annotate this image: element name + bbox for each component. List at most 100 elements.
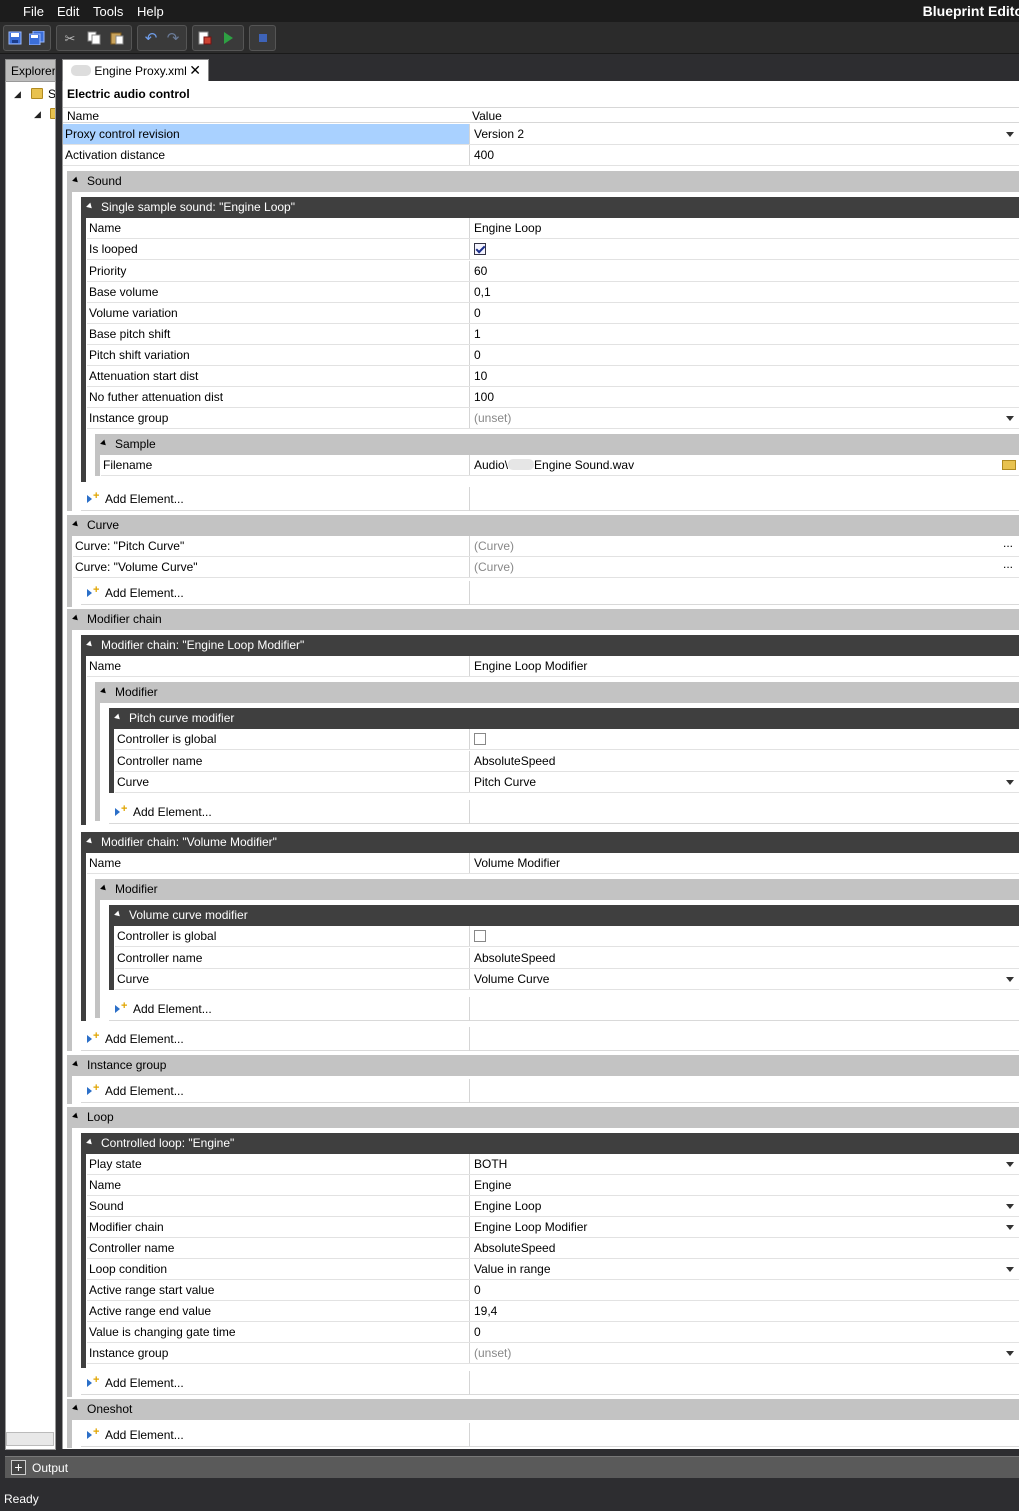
section-modifier[interactable]: Modifier <box>95 879 1019 900</box>
collapse-arrow-icon[interactable] <box>72 176 80 185</box>
menu-tools[interactable]: Tools <box>93 4 123 19</box>
property-value[interactable]: Engine Loop Modifier <box>469 1217 1019 1237</box>
save-all-icon[interactable] <box>29 30 45 46</box>
property-value[interactable]: Audio\ Engine Sound.wav <box>469 455 1019 475</box>
add-element-row[interactable]: Add Element... <box>109 997 1019 1021</box>
add-element-row[interactable]: Add Element... <box>81 1423 1019 1447</box>
property-value[interactable]: Value in range <box>469 1259 1019 1279</box>
collapse-arrow-icon[interactable] <box>72 1060 80 1069</box>
close-icon[interactable]: ✕ <box>189 62 201 79</box>
row-controller-name[interactable]: Controller name AbsoluteSpeed <box>115 948 1019 969</box>
row-name[interactable]: Name Engine Loop <box>87 218 1019 239</box>
section-single-sample-sound[interactable]: Single sample sound: "Engine Loop" <box>81 197 1019 218</box>
property-value[interactable]: Engine Loop <box>469 1196 1019 1216</box>
row-pitch-shift-variation[interactable]: Pitch shift variation 0 <box>87 345 1019 366</box>
collapse-arrow-icon[interactable] <box>100 884 108 893</box>
section-modifier-chain[interactable]: Modifier chain <box>67 609 1019 630</box>
collapse-arrow-icon[interactable] <box>114 713 122 722</box>
property-value[interactable]: Volume Curve <box>469 969 1019 989</box>
section-oneshot[interactable]: Oneshot <box>67 1399 1019 1420</box>
add-element-button[interactable]: Add Element... <box>87 584 184 600</box>
tab-explorer[interactable]: Explorer <box>5 59 56 81</box>
property-value[interactable]: Engine Loop Modifier <box>469 656 1019 676</box>
add-element-row[interactable]: Add Element... <box>81 1027 1019 1051</box>
row-name[interactable]: Name Volume Modifier <box>87 853 1019 874</box>
section-pitch-curve-modifier[interactable]: Pitch curve modifier <box>109 708 1019 729</box>
row-curve[interactable]: Curve Pitch Curve <box>115 772 1019 793</box>
dropdown-arrow-icon[interactable] <box>1006 1162 1014 1167</box>
property-value[interactable]: 100 <box>469 387 1019 407</box>
expand-plus-icon[interactable]: + <box>11 1460 26 1475</box>
row-curve-pitch[interactable]: Curve: "Pitch Curve" (Curve)... <box>73 536 1019 557</box>
property-value[interactable]: 0,1 <box>469 282 1019 302</box>
section-instance-group[interactable]: Instance group <box>67 1055 1019 1076</box>
property-value[interactable]: 0 <box>469 303 1019 323</box>
collapse-arrow-icon[interactable] <box>72 1112 80 1121</box>
section-sound[interactable]: Sound <box>67 171 1019 192</box>
property-value[interactable]: Volume Modifier <box>469 853 1019 873</box>
row-is-looped[interactable]: Is looped <box>87 239 1019 260</box>
property-value[interactable]: Engine <box>469 1175 1019 1195</box>
dropdown-arrow-icon[interactable] <box>1006 977 1014 982</box>
menu-edit[interactable]: Edit <box>57 4 79 19</box>
add-element-button[interactable]: Add Element... <box>87 490 184 506</box>
section-modifier-chain-volume[interactable]: Modifier chain: "Volume Modifier" <box>81 832 1019 853</box>
row-sound[interactable]: Sound Engine Loop <box>87 1196 1019 1217</box>
row-attenuation-end[interactable]: No futher attenuation dist 100 <box>87 387 1019 408</box>
row-curve[interactable]: Curve Volume Curve <box>115 969 1019 990</box>
add-element-row[interactable]: Add Element... <box>81 1371 1019 1395</box>
copy-icon[interactable] <box>86 30 102 46</box>
row-curve-volume[interactable]: Curve: "Volume Curve" (Curve)... <box>73 557 1019 578</box>
ellipsis-button[interactable]: ... <box>1003 536 1013 550</box>
add-element-row[interactable]: Add Element... <box>81 487 1019 511</box>
collapse-arrow-icon[interactable] <box>86 837 94 846</box>
dropdown-arrow-icon[interactable] <box>1006 1267 1014 1272</box>
collapse-arrow-icon[interactable] <box>114 910 122 919</box>
row-active-range-start[interactable]: Active range start value 0 <box>87 1280 1019 1301</box>
property-value[interactable]: 0 <box>469 1322 1019 1342</box>
dropdown-arrow-icon[interactable] <box>1006 1204 1014 1209</box>
collapse-arrow-icon[interactable] <box>86 640 94 649</box>
property-value[interactable]: 1 <box>469 324 1019 344</box>
property-value[interactable]: (unset) <box>469 1343 1019 1363</box>
tab-document[interactable]: Engine Proxy.xml ✕ <box>62 59 209 81</box>
collapse-arrow-icon[interactable] <box>72 614 80 623</box>
row-activation-distance[interactable]: Activation distance 400 <box>63 145 1019 166</box>
row-attenuation-start[interactable]: Attenuation start dist 10 <box>87 366 1019 387</box>
collapse-arrow-icon[interactable] <box>100 439 108 448</box>
property-value[interactable]: BOTH <box>469 1154 1019 1174</box>
property-value[interactable]: 0 <box>469 1280 1019 1300</box>
stop-icon[interactable] <box>255 30 271 46</box>
property-value[interactable]: 400 <box>469 145 1019 165</box>
row-controller-is-global[interactable]: Controller is global <box>115 729 1019 750</box>
property-value[interactable]: Version 2 <box>469 124 1019 144</box>
collapse-arrow-icon[interactable] <box>86 202 94 211</box>
menu-file[interactable]: File <box>23 4 44 19</box>
section-controlled-loop[interactable]: Controlled loop: "Engine" <box>81 1133 1019 1154</box>
row-name[interactable]: Name Engine <box>87 1175 1019 1196</box>
section-loop[interactable]: Loop <box>67 1107 1019 1128</box>
dropdown-arrow-icon[interactable] <box>1006 132 1014 137</box>
property-value[interactable]: (Curve)... <box>469 557 1019 577</box>
expand-arrow-icon[interactable]: ◢ <box>34 109 41 120</box>
explorer-scrollbar[interactable] <box>6 1432 54 1446</box>
property-value[interactable] <box>469 729 1019 749</box>
dropdown-arrow-icon[interactable] <box>1006 1225 1014 1230</box>
collapse-arrow-icon[interactable] <box>86 1138 94 1147</box>
add-element-button[interactable]: Add Element... <box>115 1000 212 1016</box>
add-element-button[interactable]: Add Element... <box>87 1082 184 1098</box>
property-value[interactable]: AbsoluteSpeed <box>469 1238 1019 1258</box>
expand-arrow-icon[interactable]: ◢ <box>14 89 21 100</box>
dropdown-arrow-icon[interactable] <box>1006 780 1014 785</box>
add-element-button[interactable]: Add Element... <box>87 1030 184 1046</box>
property-value[interactable]: 60 <box>469 261 1019 281</box>
property-value[interactable] <box>469 926 1019 946</box>
row-instance-group[interactable]: Instance group (unset) <box>87 408 1019 429</box>
ellipsis-button[interactable]: ... <box>1003 557 1013 571</box>
property-value[interactable]: 0 <box>469 345 1019 365</box>
row-name[interactable]: Name Engine Loop Modifier <box>87 656 1019 677</box>
property-value[interactable]: 19,4 <box>469 1301 1019 1321</box>
row-gate-time[interactable]: Value is changing gate time 0 <box>87 1322 1019 1343</box>
row-play-state[interactable]: Play state BOTH <box>87 1154 1019 1175</box>
add-element-row[interactable]: Add Element... <box>81 1079 1019 1103</box>
